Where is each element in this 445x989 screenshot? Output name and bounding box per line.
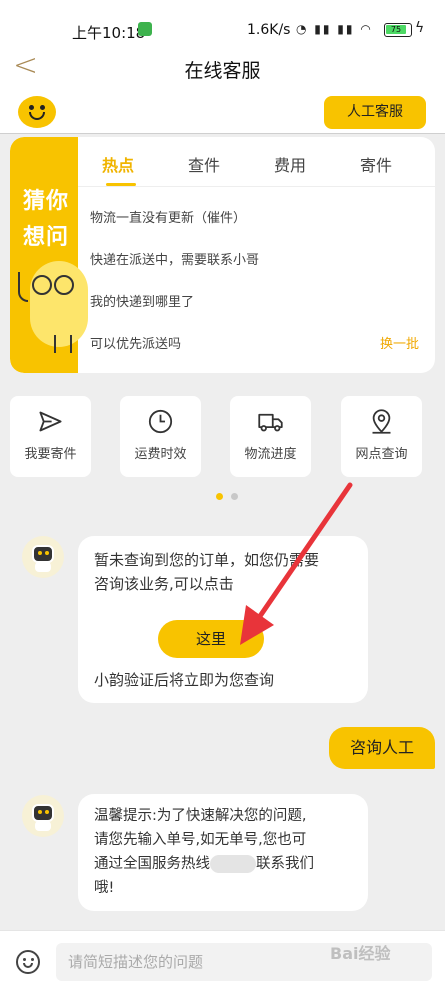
guess-title-line1: 猜你 xyxy=(23,189,70,214)
signal-wifi-icon: ◔ ▮▮ ▮▮ ◠ xyxy=(296,22,373,36)
bot-message-bubble: 暂未查询到您的订单，如您仍需要 咨询该业务,可以点击 这里 小韵验证后将立即为您… xyxy=(78,536,368,703)
faq-card: 猜你 想问 热点 查件 费用 寄件 物流一直没有更新（催件） 快递在派送中，需要… xyxy=(10,137,435,373)
faq-tabs: 热点 查件 费用 寄件 xyxy=(78,137,435,187)
pager-dot-active xyxy=(216,493,223,500)
tab-send[interactable]: 寄件 xyxy=(360,152,392,176)
brand-logo-icon xyxy=(18,96,56,128)
location-pin-icon xyxy=(372,409,391,434)
faq-question[interactable]: 可以优先派送吗 xyxy=(90,333,181,352)
hotline-blurred xyxy=(210,855,256,873)
tab-indicator xyxy=(106,183,136,186)
mascot-icon xyxy=(30,261,88,347)
mascot-glasses-icon xyxy=(54,275,74,295)
shortcut-label: 运费时效 xyxy=(134,447,187,462)
watermark: Bai经验 xyxy=(330,944,391,963)
charging-icon: ϟ xyxy=(415,20,425,36)
page-title: 在线客服 xyxy=(184,60,261,82)
guess-title-line2: 想问 xyxy=(23,225,70,250)
bot-tip-text: 温馨提示:为了快速解决您的问题, 请您先输入单号,如无单号,您也可 通过全国服务… xyxy=(94,804,362,900)
bot-tip-line: 哦! xyxy=(94,880,115,896)
battery-level: 75 xyxy=(386,25,406,34)
battery-icon: 75 xyxy=(384,23,412,37)
shortcut-outlet-query[interactable]: 网点查询 xyxy=(341,396,422,477)
bot-message-text: 暂未查询到您的订单，如您仍需要 咨询该业务,可以点击 xyxy=(94,548,356,596)
bot-tip-line: 请您先输入单号,如无单号,您也可 xyxy=(94,832,307,848)
chat-header: 人工客服 xyxy=(0,96,445,134)
pager-dot xyxy=(231,493,238,500)
bot-tip-bubble: 温馨提示:为了快速解决您的问题, 请您先输入单号,如无单号,您也可 通过全国服务… xyxy=(78,794,368,911)
bot-avatar xyxy=(22,536,64,578)
status-bar: 上午10:18 1.6K/s ◔ ▮▮ ▮▮ ◠ 75 ϟ xyxy=(0,0,445,42)
mascot-leg-icon xyxy=(50,335,56,353)
mascot-glasses-icon xyxy=(32,275,52,295)
faq-question[interactable]: 我的快递到哪里了 xyxy=(90,291,194,310)
shortcut-send-package[interactable]: 我要寄件 xyxy=(10,396,91,477)
bot-tip-text-part: 通过全国服务热线 xyxy=(94,856,210,872)
clock-icon xyxy=(148,409,173,434)
faq-question[interactable]: 快递在派送中，需要联系小哥 xyxy=(90,249,259,268)
top-nav: < 在线客服 xyxy=(0,40,445,96)
mascot-arm-icon xyxy=(18,272,28,302)
tab-hot[interactable]: 热点 xyxy=(102,152,134,176)
emoji-icon[interactable] xyxy=(16,950,40,974)
bot-tip-line: 温馨提示:为了快速解决您的问题, xyxy=(94,808,307,824)
shortcut-shipping-time[interactable]: 运费时效 xyxy=(120,396,201,477)
bot-message-footer: 小韵验证后将立即为您查询 xyxy=(94,671,275,689)
network-speed: 1.6K/s xyxy=(247,22,291,38)
faq-question[interactable]: 物流一直没有更新（催件） xyxy=(90,207,246,226)
bot-message-line: 暂未查询到您的订单，如您仍需要 xyxy=(94,551,320,569)
refresh-questions-link[interactable]: 换一批 xyxy=(380,333,419,352)
user-message-bubble: 咨询人工 xyxy=(329,727,435,769)
tab-track[interactable]: 查件 xyxy=(188,152,220,176)
tab-fee[interactable]: 费用 xyxy=(274,152,306,176)
guess-panel: 猜你 想问 xyxy=(10,137,88,373)
notification-icon xyxy=(138,22,152,36)
bot-tip-text-part: 联系我们 xyxy=(256,856,314,872)
paper-plane-icon xyxy=(39,411,62,432)
click-here-button[interactable]: 这里 xyxy=(158,620,264,658)
human-service-button[interactable]: 人工客服 xyxy=(324,96,426,129)
bot-tip-line: 通过全国服务热线 联系我们 xyxy=(94,852,362,876)
bot-message-line: 咨询该业务,可以点击 xyxy=(94,575,234,593)
mascot-leg-icon xyxy=(66,335,72,353)
truck-icon xyxy=(258,413,283,432)
shortcut-label: 网点查询 xyxy=(355,447,408,462)
shortcut-label: 物流进度 xyxy=(244,447,297,462)
shortcut-label: 我要寄件 xyxy=(24,447,77,462)
bot-avatar xyxy=(22,795,64,837)
shortcut-logistics-progress[interactable]: 物流进度 xyxy=(230,396,311,477)
